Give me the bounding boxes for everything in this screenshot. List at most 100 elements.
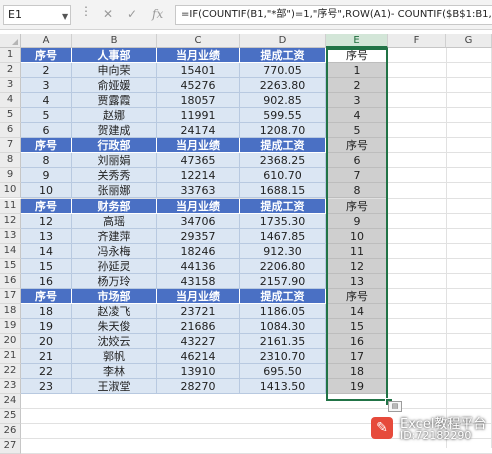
cell-d8[interactable]: 2368.25: [240, 153, 326, 169]
cell-c17[interactable]: 当月业绩: [157, 288, 240, 304]
cell-a16[interactable]: 16: [21, 273, 72, 289]
cell-b12[interactable]: 高瑶: [72, 213, 157, 229]
cell-a19[interactable]: 19: [21, 318, 72, 334]
cell-a3[interactable]: 3: [21, 78, 72, 94]
cell-c23[interactable]: 28270: [157, 379, 240, 395]
cell-c12[interactable]: 34706: [157, 213, 240, 229]
cell-a8[interactable]: 8: [21, 153, 72, 169]
cell-b15[interactable]: 孙延灵: [72, 258, 157, 274]
cell-e21[interactable]: 17: [326, 349, 388, 365]
cell-e22[interactable]: 18: [326, 364, 388, 380]
select-all-corner[interactable]: [0, 34, 21, 48]
cell-c5[interactable]: 11991: [157, 108, 240, 124]
cell-e23[interactable]: 19: [326, 379, 388, 395]
cell-c18[interactable]: 23721: [157, 303, 240, 319]
cell-d11[interactable]: 提成工资: [240, 198, 326, 214]
cell-c11[interactable]: 当月业绩: [157, 198, 240, 214]
cell-a10[interactable]: 10: [21, 183, 72, 199]
cell-c8[interactable]: 47365: [157, 153, 240, 169]
name-box[interactable]: E1: [3, 5, 71, 25]
cell-c6[interactable]: 24174: [157, 123, 240, 139]
row-header-16[interactable]: 16: [0, 273, 21, 289]
cell-b8[interactable]: 刘丽娟: [72, 153, 157, 169]
cell-b1[interactable]: 人事部: [72, 48, 157, 64]
cell-e16[interactable]: 13: [326, 273, 388, 289]
cell-c9[interactable]: 12214: [157, 168, 240, 184]
cell-e13[interactable]: 10: [326, 228, 388, 244]
row-header-20[interactable]: 20: [0, 333, 21, 349]
cell-c4[interactable]: 18057: [157, 93, 240, 109]
cell-c7[interactable]: 当月业绩: [157, 138, 240, 154]
cell-e1[interactable]: 序号: [326, 48, 388, 64]
cell-e4[interactable]: 3: [326, 93, 388, 109]
cell-d15[interactable]: 2206.80: [240, 258, 326, 274]
cell-d2[interactable]: 770.05: [240, 63, 326, 79]
row-header-5[interactable]: 5: [0, 108, 21, 124]
cell-e19[interactable]: 15: [326, 318, 388, 334]
cell-e8[interactable]: 6: [326, 153, 388, 169]
row-header-8[interactable]: 8: [0, 153, 21, 169]
cell-c3[interactable]: 45276: [157, 78, 240, 94]
drag-handle-icon[interactable]: ⋮: [80, 4, 92, 18]
row-header-22[interactable]: 22: [0, 364, 21, 380]
row-header-6[interactable]: 6: [0, 123, 21, 139]
cell-a7[interactable]: 序号: [21, 138, 72, 154]
cell-d4[interactable]: 902.85: [240, 93, 326, 109]
row-header-11[interactable]: 11: [0, 198, 21, 214]
row-header-13[interactable]: 13: [0, 228, 21, 244]
row-header-15[interactable]: 15: [0, 258, 21, 274]
cell-a5[interactable]: 5: [21, 108, 72, 124]
cell-a21[interactable]: 21: [21, 349, 72, 365]
cell-e11[interactable]: 序号: [326, 198, 388, 214]
column-header-d[interactable]: D: [240, 34, 326, 48]
cell-b22[interactable]: 李林: [72, 364, 157, 380]
row-header-26[interactable]: 26: [0, 424, 21, 440]
cell-e5[interactable]: 4: [326, 108, 388, 124]
cell-d13[interactable]: 1467.85: [240, 228, 326, 244]
cell-c1[interactable]: 当月业绩: [157, 48, 240, 64]
cell-c2[interactable]: 15401: [157, 63, 240, 79]
cell-b2[interactable]: 申向荣: [72, 63, 157, 79]
column-header-b[interactable]: B: [72, 34, 157, 48]
formula-input[interactable]: =IF(COUNTIF(B1,"*部")=1,"序号",ROW(A1)- COU…: [175, 5, 492, 25]
cell-a13[interactable]: 13: [21, 228, 72, 244]
row-header-2[interactable]: 2: [0, 63, 21, 79]
cell-b14[interactable]: 冯永梅: [72, 243, 157, 259]
cell-a12[interactable]: 12: [21, 213, 72, 229]
column-header-g[interactable]: G: [446, 34, 492, 48]
cell-b5[interactable]: 赵娜: [72, 108, 157, 124]
cell-c22[interactable]: 13910: [157, 364, 240, 380]
cell-d7[interactable]: 提成工资: [240, 138, 326, 154]
cell-e15[interactable]: 12: [326, 258, 388, 274]
row-header-14[interactable]: 14: [0, 243, 21, 259]
cell-d17[interactable]: 提成工资: [240, 288, 326, 304]
row-header-27[interactable]: 27: [0, 439, 21, 454]
cell-d5[interactable]: 599.55: [240, 108, 326, 124]
row-header-1[interactable]: 1: [0, 48, 21, 64]
row-header-10[interactable]: 10: [0, 183, 21, 199]
row-header-19[interactable]: 19: [0, 318, 21, 334]
cell-d23[interactable]: 1413.50: [240, 379, 326, 395]
quick-analysis-icon[interactable]: ▤: [388, 401, 402, 412]
cell-b19[interactable]: 朱天俊: [72, 318, 157, 334]
cell-d14[interactable]: 912.30: [240, 243, 326, 259]
cell-a6[interactable]: 6: [21, 123, 72, 139]
cell-d3[interactable]: 2263.80: [240, 78, 326, 94]
cell-d22[interactable]: 695.50: [240, 364, 326, 380]
cell-e6[interactable]: 5: [326, 123, 388, 139]
cell-a18[interactable]: 18: [21, 303, 72, 319]
cell-b21[interactable]: 郭帆: [72, 349, 157, 365]
cell-e3[interactable]: 2: [326, 78, 388, 94]
cell-d9[interactable]: 610.70: [240, 168, 326, 184]
cell-a9[interactable]: 9: [21, 168, 72, 184]
row-header-7[interactable]: 7: [0, 138, 21, 154]
cell-e18[interactable]: 14: [326, 303, 388, 319]
cell-c10[interactable]: 33763: [157, 183, 240, 199]
cell-d19[interactable]: 1084.30: [240, 318, 326, 334]
cell-e14[interactable]: 11: [326, 243, 388, 259]
cell-b18[interactable]: 赵凌飞: [72, 303, 157, 319]
cell-b17[interactable]: 市场部: [72, 288, 157, 304]
cell-e10[interactable]: 8: [326, 183, 388, 199]
cell-e9[interactable]: 7: [326, 168, 388, 184]
cell-a23[interactable]: 23: [21, 379, 72, 395]
